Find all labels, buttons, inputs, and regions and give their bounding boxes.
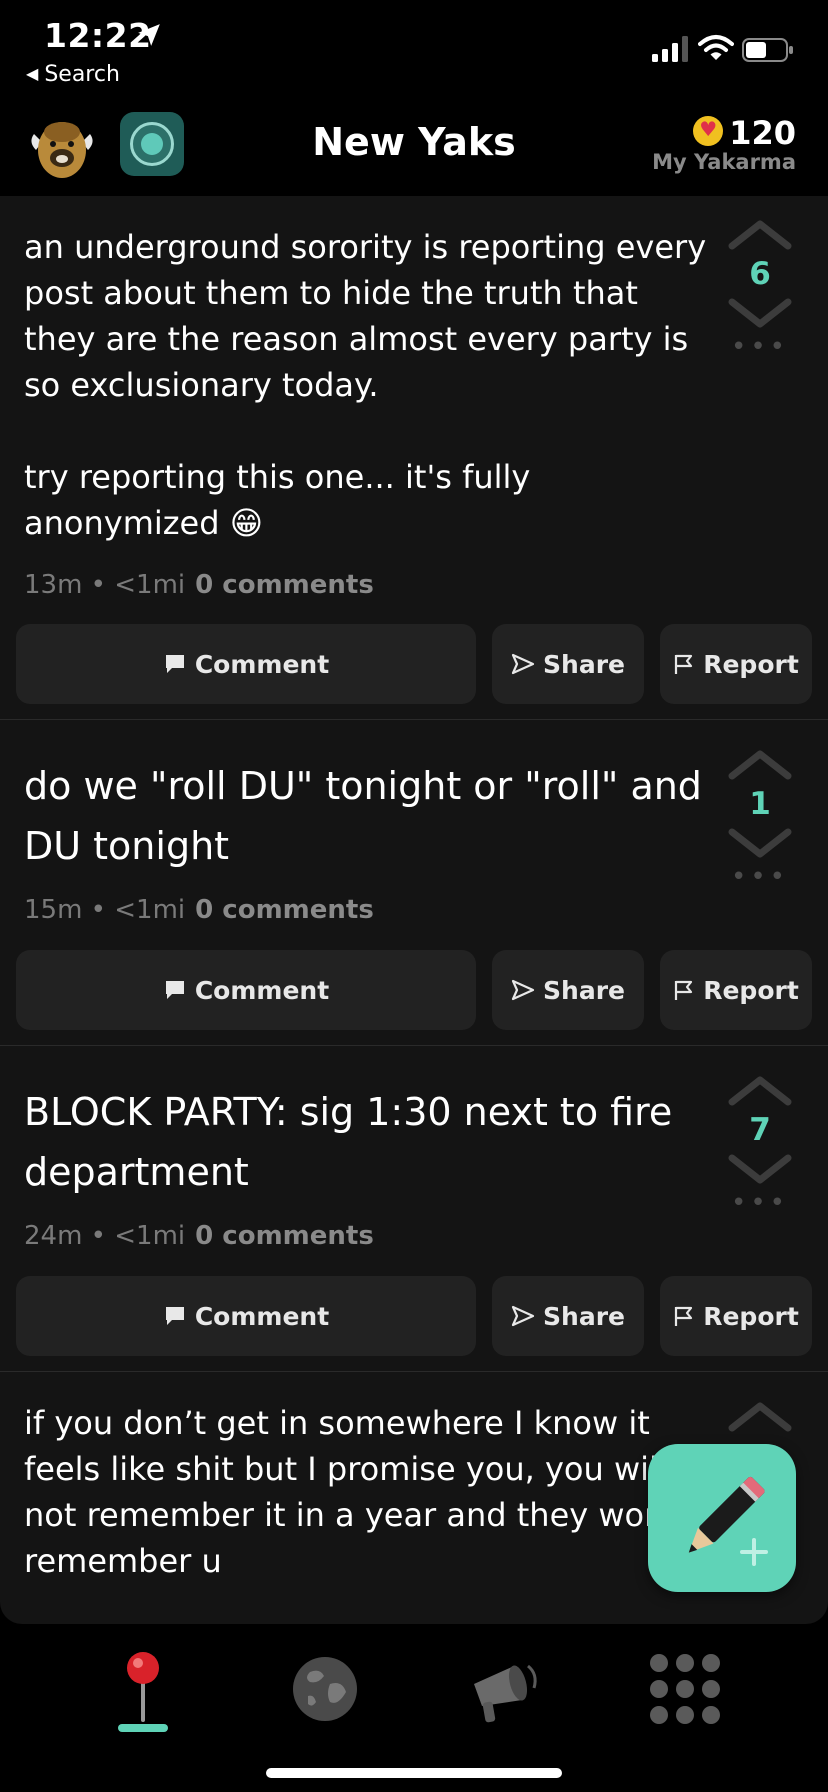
comment-label: Comment (194, 649, 330, 679)
app-header: New Yaks 120 My Yakarma (0, 100, 828, 196)
vote-controls: 7 ••• (720, 1076, 800, 1218)
bottom-tab-bar (0, 1624, 828, 1792)
active-tab-indicator (118, 1724, 168, 1732)
report-button[interactable]: Report (660, 950, 812, 1030)
post-item[interactable]: an underground sorority is reporting eve… (0, 196, 828, 720)
post-meta: 13m • <1mi 0 comments (24, 570, 374, 600)
back-triangle-icon: ◀ (26, 64, 39, 83)
downvote-icon[interactable] (728, 828, 792, 858)
share-button[interactable]: Share (492, 950, 644, 1030)
yak-feed[interactable]: an underground sorority is reporting eve… (0, 196, 828, 1624)
comment-button[interactable]: Comment (16, 1276, 476, 1356)
vote-count: 6 (749, 256, 771, 292)
post-time-distance: 13m • <1mi (24, 570, 186, 600)
vote-controls: 6 ••• (720, 220, 800, 362)
home-indicator[interactable] (266, 1768, 562, 1778)
pin-icon[interactable] (98, 1644, 188, 1734)
report-button[interactable]: Report (660, 624, 812, 704)
post-time-distance: 15m • <1mi (24, 895, 186, 925)
upvote-icon[interactable] (728, 1076, 792, 1106)
flag-icon (673, 979, 695, 1001)
yakarma-heart-icon (693, 116, 724, 146)
upvote-icon[interactable] (728, 750, 792, 780)
comment-label: Comment (194, 975, 330, 1005)
post-meta: 24m • <1mi 0 comments (24, 1221, 374, 1251)
comment-icon (163, 978, 187, 1002)
post-comment-count[interactable]: 0 comments (195, 570, 374, 600)
vote-count: 7 (749, 1112, 771, 1148)
yakarma-display[interactable]: 120 My Yakarma (652, 114, 796, 174)
post-text: if you don’t get in somewhere I know it … (24, 1404, 688, 1580)
report-label: Report (703, 1301, 799, 1331)
grid-icon[interactable] (640, 1644, 730, 1734)
comment-button[interactable]: Comment (16, 950, 476, 1030)
post-actions: Comment Share Report (16, 624, 812, 704)
share-icon (511, 652, 535, 676)
post-comment-count[interactable]: 0 comments (195, 1221, 374, 1251)
yakarma-label: My Yakarma (652, 150, 796, 174)
share-button[interactable]: Share (492, 1276, 644, 1356)
wifi-icon (698, 35, 734, 60)
share-icon (511, 1304, 535, 1328)
post-text: an underground sorority is reporting eve… (24, 228, 707, 542)
more-options-icon[interactable]: ••• (720, 332, 800, 362)
more-options-icon[interactable]: ••• (720, 1188, 800, 1218)
vote-count: 1 (749, 786, 771, 822)
battery-icon (742, 38, 793, 62)
upvote-icon[interactable] (728, 1402, 792, 1432)
post-item[interactable]: do we "roll DU" tonight or "roll" and DU… (0, 720, 828, 1046)
flag-icon (673, 1305, 695, 1327)
post-actions: Comment Share Report (16, 950, 812, 1030)
post-text: do we "roll DU" tonight or "roll" and DU… (24, 764, 702, 868)
report-label: Report (703, 975, 799, 1005)
share-label: Share (543, 975, 625, 1005)
comment-icon (163, 652, 187, 676)
globe-icon[interactable] (280, 1644, 370, 1734)
comment-label: Comment (194, 1301, 330, 1331)
share-button[interactable]: Share (492, 624, 644, 704)
location-arrow-icon (138, 24, 160, 46)
yakarma-value: 120 (729, 114, 796, 152)
new-post-button[interactable] (648, 1444, 796, 1592)
back-search-label: Search (44, 62, 120, 87)
flag-icon (673, 653, 695, 675)
post-comment-count[interactable]: 0 comments (195, 895, 374, 925)
status-bar: 12:22 ◀ Search (0, 0, 828, 100)
post-time-distance: 24m • <1mi (24, 1221, 186, 1251)
report-label: Report (703, 649, 799, 679)
vote-controls (720, 1402, 800, 1432)
more-options-icon[interactable]: ••• (720, 862, 800, 892)
share-icon (511, 978, 535, 1002)
comment-button[interactable]: Comment (16, 624, 476, 704)
post-meta: 15m • <1mi 0 comments (24, 895, 374, 925)
megaphone-icon[interactable] (460, 1644, 550, 1734)
report-button[interactable]: Report (660, 1276, 812, 1356)
cellular-signal-icon (652, 36, 688, 62)
share-label: Share (543, 1301, 625, 1331)
downvote-icon[interactable] (728, 1154, 792, 1184)
post-text: BLOCK PARTY: sig 1:30 next to fire depar… (24, 1090, 673, 1194)
vote-controls: 1 ••• (720, 750, 800, 892)
upvote-icon[interactable] (728, 220, 792, 250)
back-to-search-link[interactable]: ◀ Search (26, 62, 120, 87)
pencil-plus-icon (688, 1476, 768, 1566)
post-actions: Comment Share Report (16, 1276, 812, 1356)
comment-icon (163, 1304, 187, 1328)
downvote-icon[interactable] (728, 298, 792, 328)
post-item[interactable]: BLOCK PARTY: sig 1:30 next to fire depar… (0, 1046, 828, 1372)
share-label: Share (543, 649, 625, 679)
